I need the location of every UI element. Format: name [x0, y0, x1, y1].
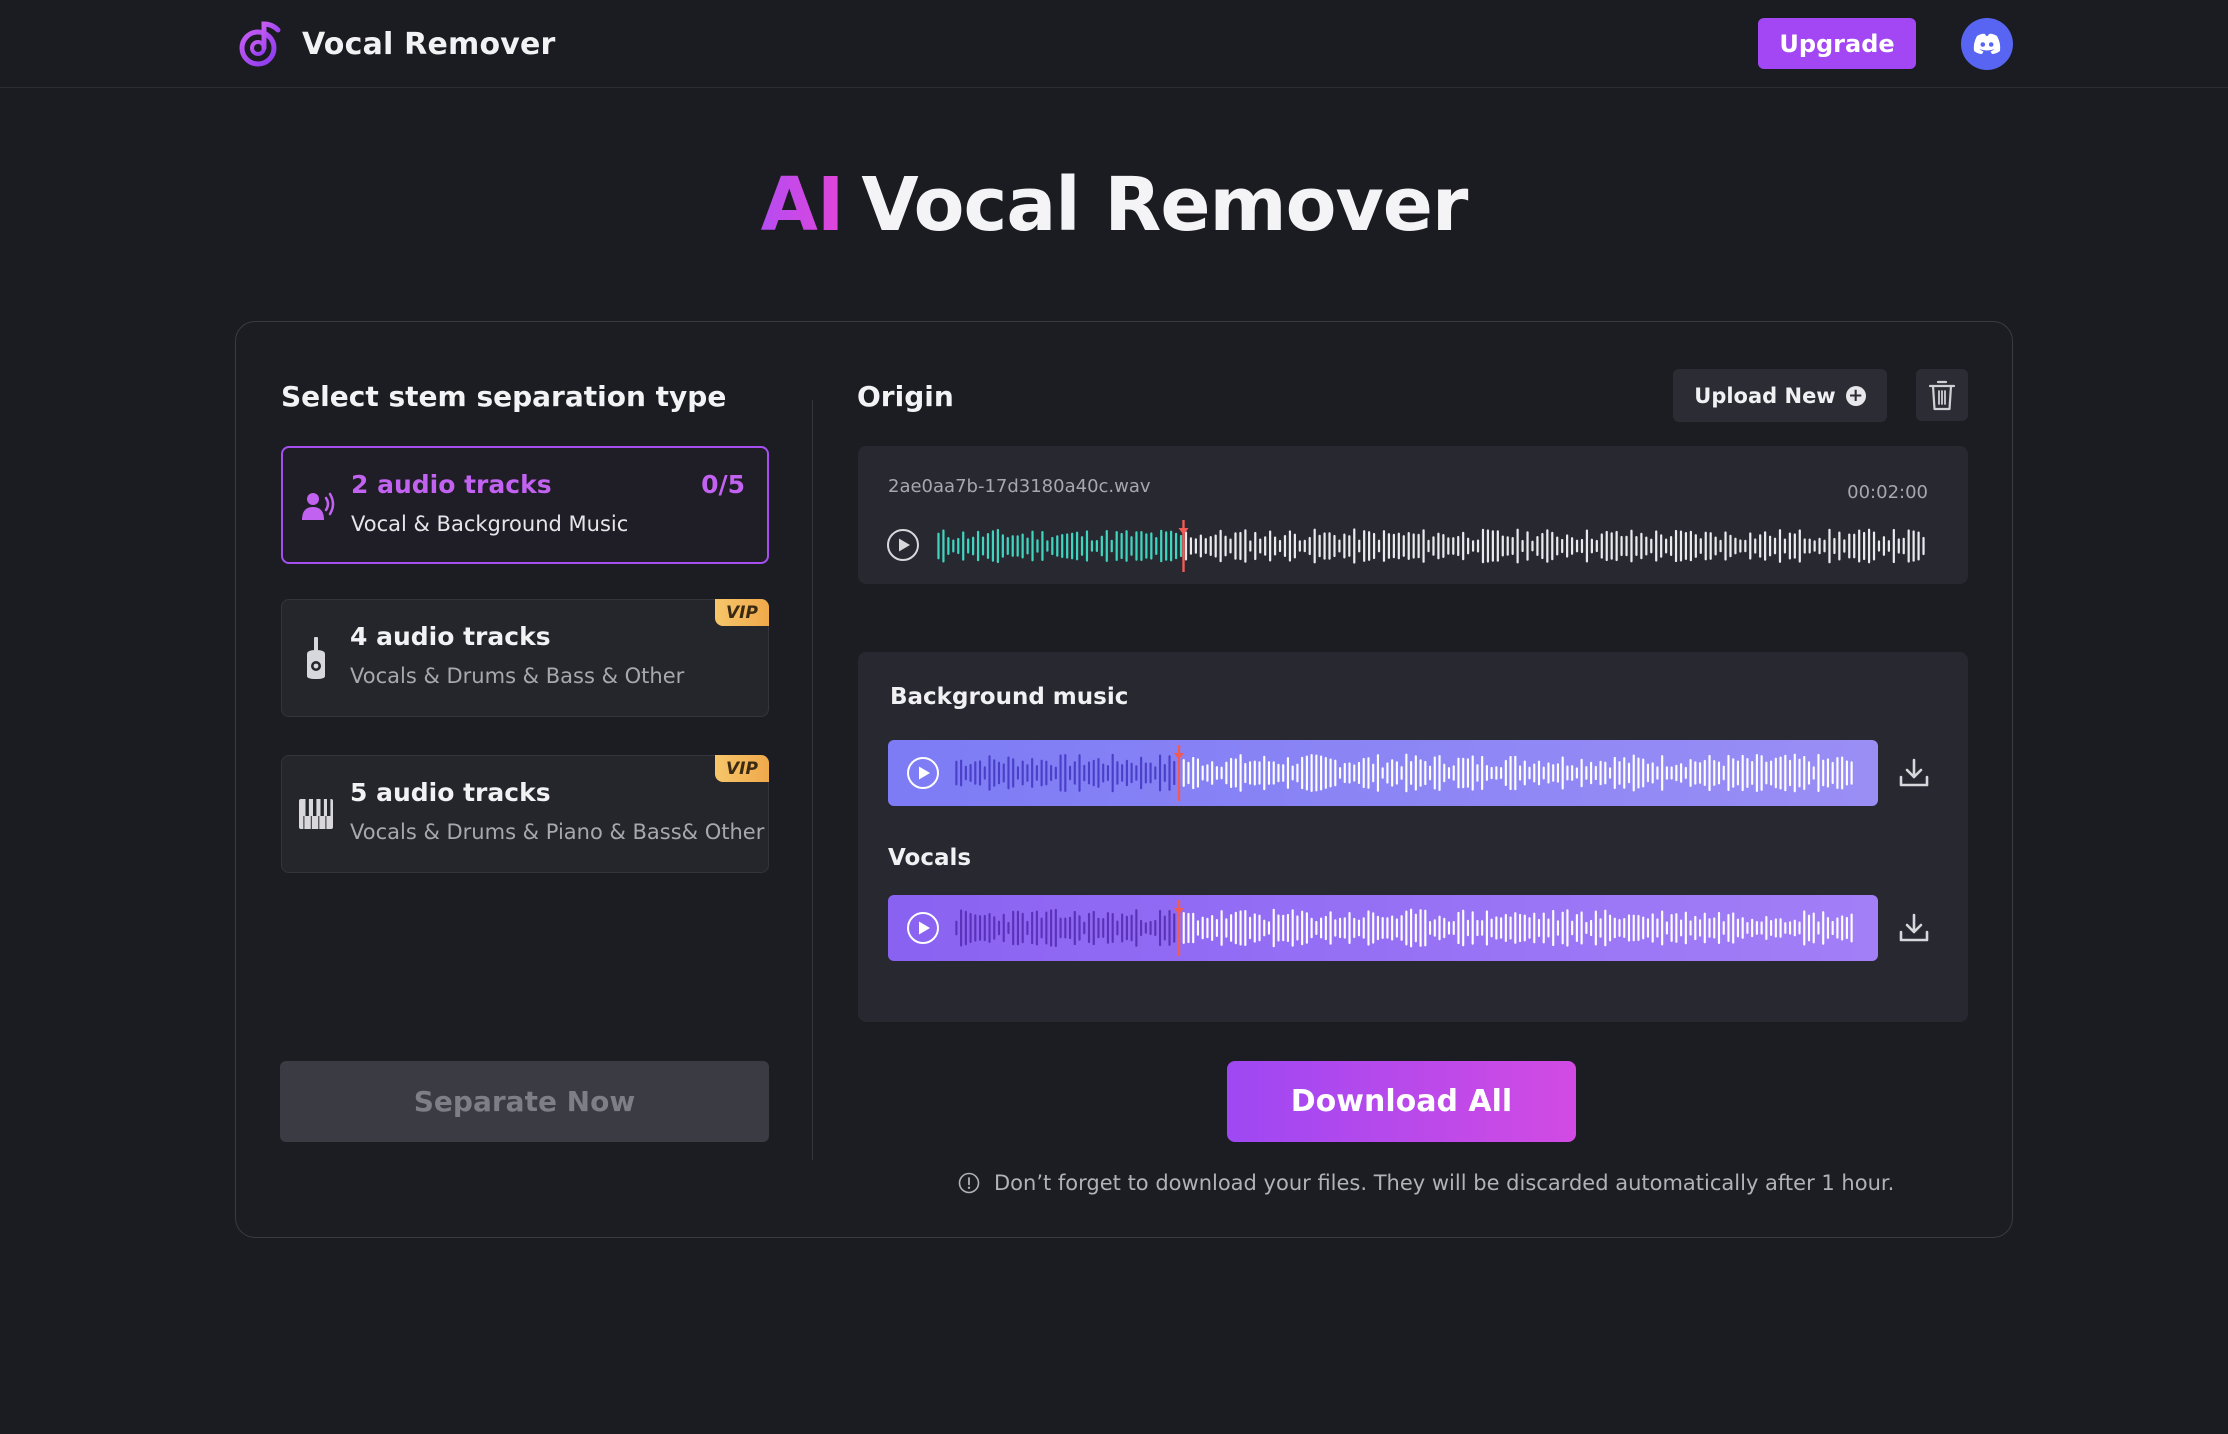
origin-waveform[interactable] [936, 520, 1926, 572]
option-2-tracks[interactable]: 2 audio tracks 0/5 Vocal & Background Mu… [281, 446, 769, 564]
vip-badge: VIP [715, 599, 769, 626]
top-navigation-bar: Vocal Remover Upgrade [0, 0, 2228, 88]
piano-icon [296, 794, 336, 834]
option-4-tracks[interactable]: 4 audio tracks Vocals & Drums & Bass & O… [281, 599, 769, 717]
vocals-label: Vocals [888, 845, 972, 871]
download-icon[interactable] [1896, 755, 1932, 791]
vocals-waveform[interactable] [954, 900, 1854, 956]
separate-now-button[interactable]: Separate Now [280, 1061, 769, 1142]
origin-heading: Origin [857, 380, 954, 413]
discord-icon [1973, 33, 2001, 54]
vip-badge: VIP [715, 755, 769, 782]
download-all-button[interactable]: Download All [1227, 1061, 1576, 1142]
upgrade-button[interactable]: Upgrade [1758, 18, 1916, 69]
brand[interactable]: Vocal Remover [236, 18, 556, 70]
plus-circle-icon: + [1845, 385, 1866, 406]
play-icon[interactable] [886, 528, 920, 562]
option-title: 5 audio tracks [350, 778, 551, 807]
vocals-player [888, 895, 1878, 961]
separated-tracks: Background music Vocals [858, 652, 1968, 1022]
play-icon[interactable] [906, 911, 940, 945]
column-divider [812, 400, 813, 1160]
title-accent: AI [760, 162, 845, 248]
option-5-tracks[interactable]: 5 audio tracks Vocals & Drums & Piano & … [281, 755, 769, 873]
app-name: Vocal Remover [302, 26, 556, 62]
info-icon [958, 1172, 980, 1194]
music-note-logo-icon [239, 21, 281, 67]
file-name: 2ae0aa7b-17d3180a40c.wav [888, 476, 1151, 497]
notice-text: Don’t forget to download your files. The… [994, 1171, 1895, 1195]
playhead-marker [1174, 908, 1184, 915]
option-subtitle: Vocal & Background Music [351, 512, 629, 536]
background-music-label: Background music [890, 684, 1129, 710]
trash-icon [1928, 380, 1956, 411]
upload-label: Upload New [1694, 383, 1836, 408]
option-title: 4 audio tracks [350, 622, 551, 651]
origin-player: 2ae0aa7b-17d3180a40c.wav 00:02:00 [858, 446, 1968, 584]
upload-new-button[interactable]: Upload New + [1673, 369, 1887, 422]
download-icon[interactable] [1896, 910, 1932, 946]
background-music-player [888, 740, 1878, 806]
title-text: Vocal Remover [861, 162, 1468, 248]
option-subtitle: Vocals & Drums & Piano & Bass& Other [350, 820, 765, 844]
option-subtitle: Vocals & Drums & Bass & Other [350, 664, 685, 688]
usage-count: 0/5 [701, 470, 745, 499]
background-music-waveform[interactable] [954, 745, 1854, 801]
discord-button[interactable] [1961, 18, 2013, 70]
guitar-icon [296, 637, 336, 679]
delete-button[interactable] [1916, 369, 1968, 421]
playhead-marker [1174, 753, 1184, 760]
duration: 00:02:00 [1847, 482, 1928, 503]
option-title: 2 audio tracks [351, 470, 552, 499]
expiry-notice: Don’t forget to download your files. The… [958, 1168, 1894, 1198]
stem-type-heading: Select stem separation type [281, 380, 727, 413]
main-panel: Select stem separation type 2 audio trac… [235, 321, 2013, 1238]
page-title: AI Vocal Remover [0, 160, 2228, 250]
vocal-person-icon [297, 486, 337, 526]
play-icon[interactable] [906, 756, 940, 790]
